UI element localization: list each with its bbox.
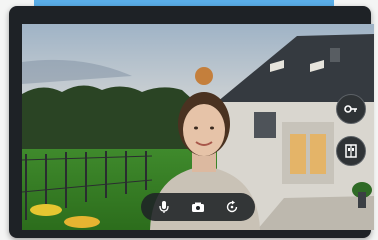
microphone-icon — [159, 201, 169, 213]
camera-button[interactable] — [187, 196, 209, 218]
door-icon — [345, 144, 357, 158]
unlock-key-button[interactable] — [336, 94, 366, 124]
door-open-button[interactable] — [336, 136, 366, 166]
rotate-icon — [226, 200, 238, 213]
microphone-button[interactable] — [153, 196, 175, 218]
call-control-bar — [141, 193, 255, 221]
camera-icon — [192, 202, 204, 212]
key-icon — [344, 105, 357, 113]
rotate-button[interactable] — [221, 196, 243, 218]
